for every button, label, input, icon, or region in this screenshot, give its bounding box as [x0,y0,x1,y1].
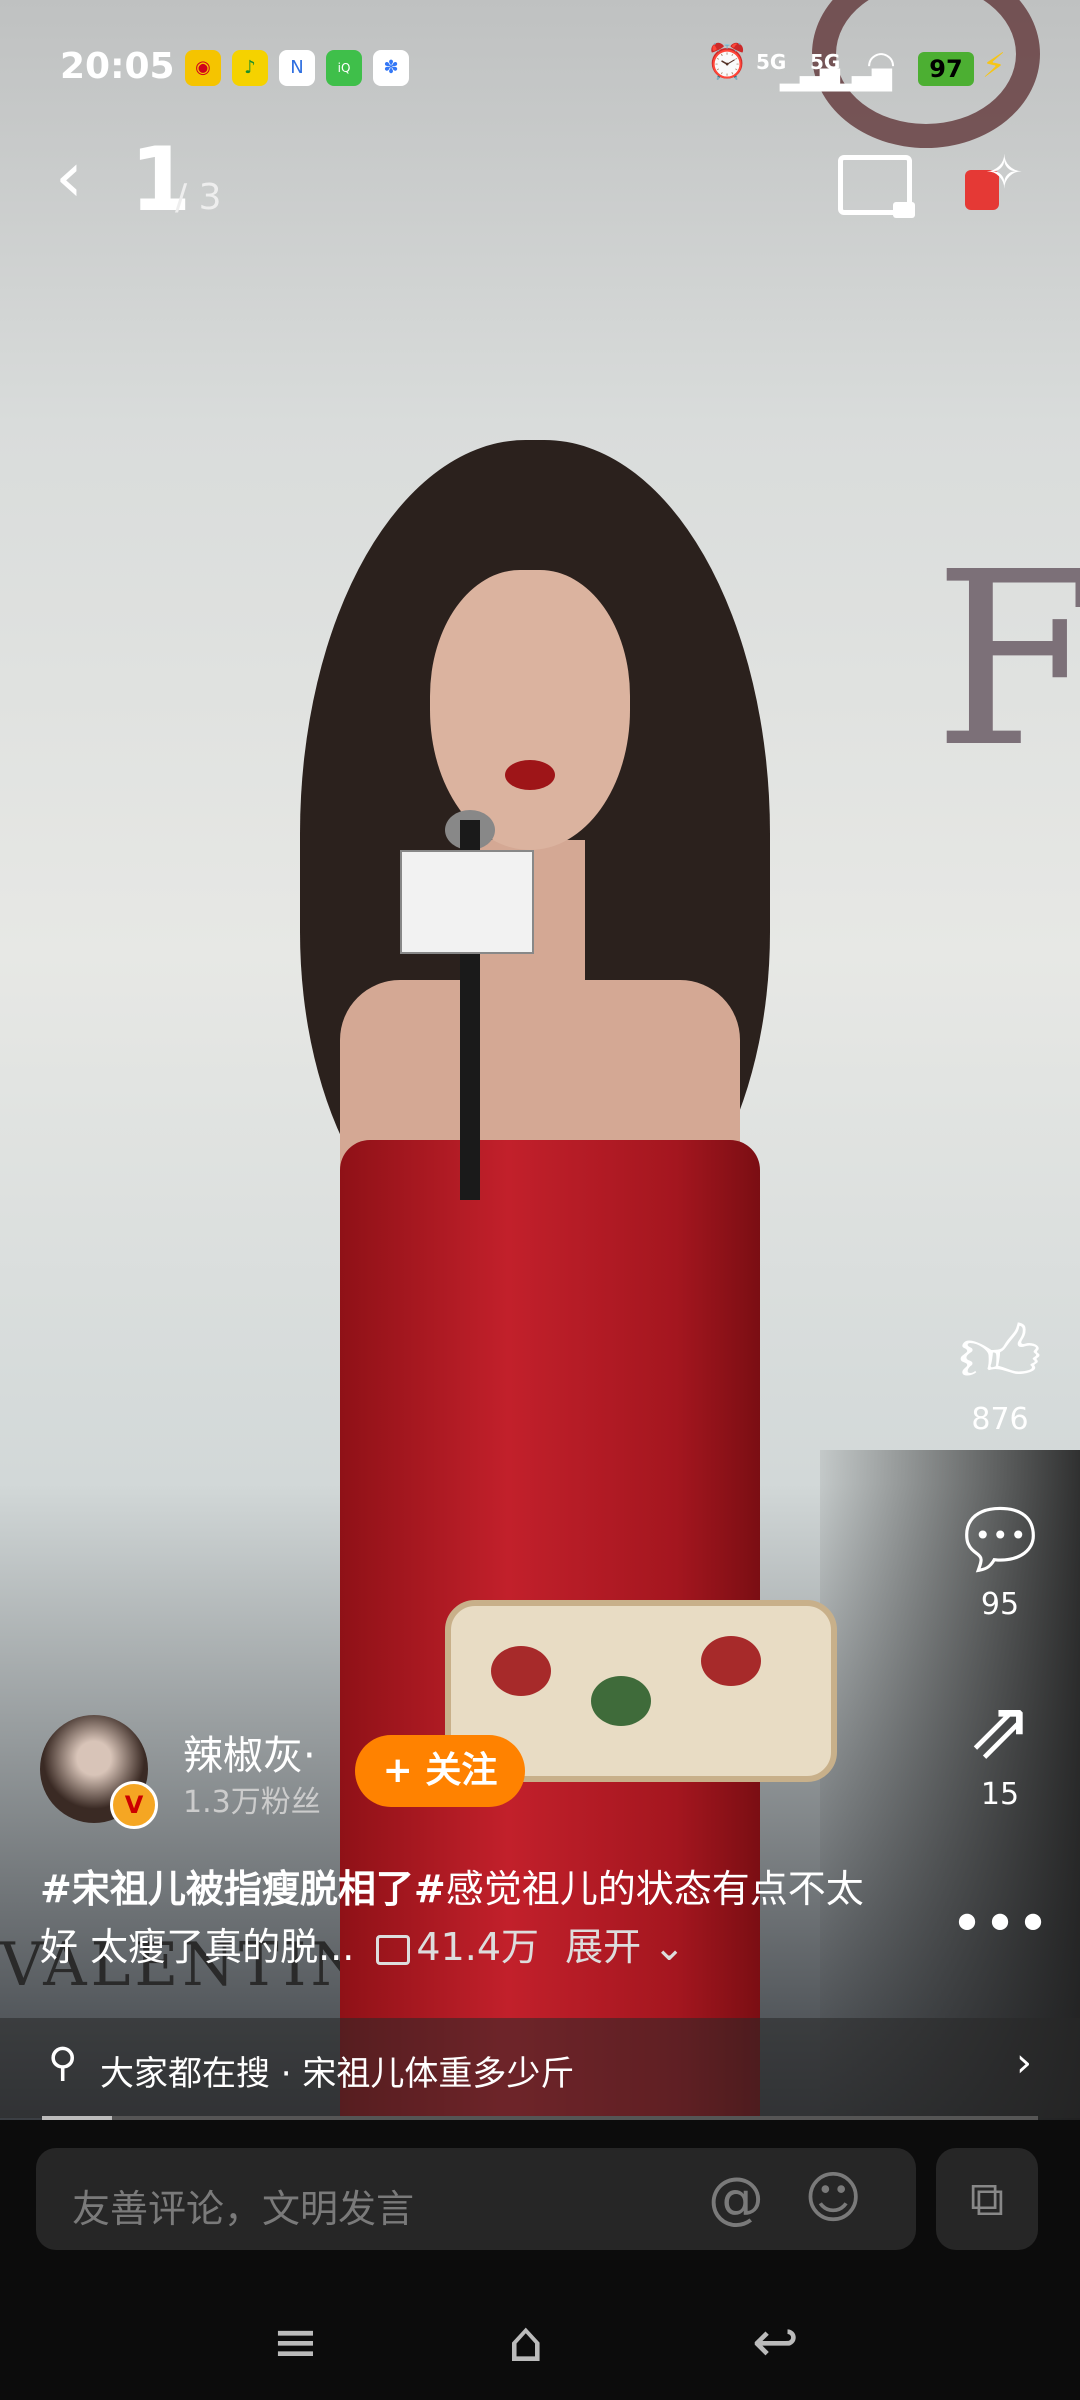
verified-badge: V [110,1781,158,1829]
play-count-icon [376,1934,411,1965]
view-count: 41.4万 [416,1925,540,1969]
share-button[interactable]: ⇗ 15 [940,1683,1060,1813]
more-dots-icon: ••• [950,1892,1050,1957]
author-block: V 辣椒灰· 1.3万粉丝 + 关注 [40,1715,640,1829]
fans-count: 1.3万粉丝 [183,1785,321,1820]
page-total: / 3 [175,177,222,218]
face [430,570,630,850]
comment-button[interactable]: 💬︎ 95 [940,1493,1060,1623]
news-icon: N [279,50,315,86]
chevron-right-icon: › [1016,2040,1032,2086]
wall-letter: F [933,520,1080,800]
mention-icon[interactable]: @ [708,2166,764,2231]
top-nav: ‹ 1 / 3 ✧ [0,135,1080,235]
bag-flower [491,1646,551,1696]
more-button[interactable]: ••• [940,1880,1060,1970]
alarm-icon: ⏰ [706,42,749,82]
bag-flower [701,1636,761,1686]
post-caption[interactable]: #宋祖儿被指瘦脱相了#感觉祖儿的状态有点不太好 太瘦了真的脱... 41.4万 … [40,1860,900,1976]
related-search-text: 大家都在搜 · 宋祖儿体重多少斤 [100,2054,575,2094]
comment-placeholder: 友善评论，文明发言 [72,2187,415,2231]
status-bar: 20:05 ◉ ♪ N iQ ✽ ⏰ 5G ▂▄▆ 5G ▂▄▆ ◠ 97 ⚡ [0,40,1080,100]
microphone-flag [400,850,534,954]
baidu-icon: ✽ [373,50,409,86]
home-icon[interactable]: ⌂ [508,2310,544,2375]
battery-indicator: 97 [918,52,974,86]
thumbs-up-icon: 👍︎ [958,1308,1042,1401]
wifi-icon: ◠ [868,44,895,84]
hashtag-link[interactable]: #宋祖儿被指瘦脱相了# [40,1867,446,1911]
back-icon[interactable]: ↩ [752,2310,799,2375]
system-nav-bar: ≡ ⌂ ↩ [0,2300,1080,2400]
expand-link[interactable]: 展开 [565,1925,641,1969]
share-count: 15 [980,1777,1020,1812]
like-button[interactable]: 👍︎ 876 [940,1308,1060,1438]
cast-icon[interactable] [838,155,915,218]
weibo-icon: ◉ [185,50,221,86]
menu-icon[interactable]: ≡ [272,2310,319,2375]
author-name[interactable]: 辣椒灰· [183,1723,316,1781]
follow-button[interactable]: + 关注 [355,1735,525,1807]
bottom-bar: 友善评论，文明发言 @ ☺ ⧉ ≡ ⌂ ↩ [0,2120,1080,2400]
search-icon: ⚲ [48,2040,78,2086]
iqiyi-icon: iQ [326,50,362,86]
sparkle-search-icon[interactable]: ✧ [985,145,1024,199]
comment-bubble-icon: 💬︎ [949,1493,1051,1586]
comment-count: 95 [980,1587,1020,1622]
like-count: 876 [971,1402,1029,1437]
fullscreen-comment-icon[interactable]: ⧉ [936,2148,1038,2250]
lips [505,760,555,790]
chevron-down-icon: ⌄ [641,1925,686,1969]
comment-input[interactable]: 友善评论，文明发言 @ ☺ [36,2148,916,2250]
charging-icon: ⚡ [982,46,1006,86]
clock: 20:05 [60,46,175,87]
emoji-icon[interactable]: ☺ [804,2166,862,2231]
qq-music-icon: ♪ [232,50,268,86]
back-arrow-icon[interactable]: ‹ [55,142,83,212]
related-search-bar[interactable]: ⚲ 大家都在搜 · 宋祖儿体重多少斤 › [0,2018,1080,2118]
share-icon: ⇗ [966,1683,1034,1776]
